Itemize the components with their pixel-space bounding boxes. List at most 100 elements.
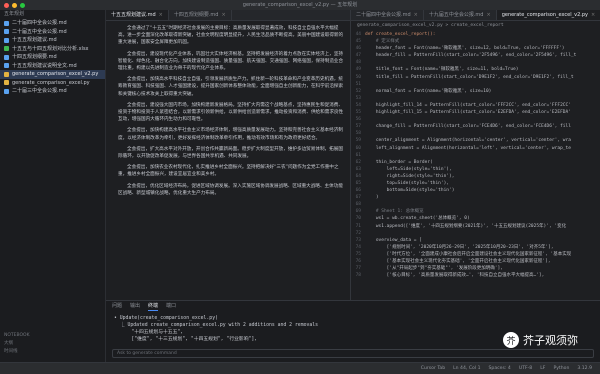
line-code: ws1 = wb.create_sheet('总体概览', 0) xyxy=(365,216,470,222)
file-item[interactable]: 十四五规划纲要.md xyxy=(0,53,105,62)
close-icon[interactable]: × xyxy=(159,10,163,20)
doc-paragraph: 全会通过了“十五五”时期经济社会发展的主要目标：高质量发展取得显著成效，科技自立… xyxy=(118,26,344,46)
editor-tab[interactable]: 十五五规划建议.md × xyxy=(106,10,169,20)
line-code: bottom=Side(style='thin') xyxy=(365,188,455,194)
file-item[interactable]: 二十届四中全会公报.md xyxy=(0,19,105,28)
code-line: 49 title_font = Font(name='微软雅黑', size=1… xyxy=(351,66,600,73)
file-icon xyxy=(4,63,9,69)
code-line: 57 change_fill = PatternFill(start_color… xyxy=(351,123,600,130)
editor-window: generate_comparison_excel_v2.py — 五年规划 五… xyxy=(0,0,600,374)
code-line: 77 ['从"开局起步"到"夯实基础"', '发展阶段更加明确'], xyxy=(351,265,600,272)
code-line: 67 ) xyxy=(351,194,600,201)
close-icon[interactable]: × xyxy=(414,10,418,20)
file-item[interactable]: 二十届三中全会公报.md xyxy=(0,87,105,96)
editor-tab[interactable]: generate_comparison_excel_v2.py × xyxy=(496,10,600,20)
file-item[interactable]: 十五五规划建议说明全文.md xyxy=(0,62,105,71)
line-number: 65 xyxy=(355,180,361,186)
close-icon[interactable]: × xyxy=(591,10,595,20)
outline-section[interactable]: 大纲 xyxy=(0,340,106,348)
status-item[interactable]: LF xyxy=(540,366,545,371)
file-label: 十五五与十四五规划对比分析.xlsx xyxy=(12,45,89,52)
code-line: 78 ['核心目标', '高质量发展取得新成效…', '科技自立自强水平大幅提高… xyxy=(351,272,600,279)
status-item[interactable]: 3.12.9 xyxy=(577,366,592,371)
line-number: 53 xyxy=(355,95,361,101)
line-code: highlight_fill_15 = PatternFill(start_co… xyxy=(365,110,571,116)
file-item[interactable]: generate_comparison_excel_v2.py xyxy=(0,70,105,79)
close-icon[interactable]: × xyxy=(221,10,225,20)
code-editor[interactable]: 44 def create_excel_report(): 45 # 定义样式 46 … xyxy=(351,31,600,297)
title-bar: generate_comparison_excel_v2.py — 五年规划 xyxy=(0,0,600,10)
tab-label: generate_comparison_excel_v2.py xyxy=(501,12,588,18)
editor-tab[interactable]: 十九届五中全会公报.md × xyxy=(424,10,497,20)
status-item[interactable]: Spaces: 4 xyxy=(489,366,511,371)
file-icon xyxy=(4,54,9,60)
status-item[interactable]: UTF-8 xyxy=(519,366,532,371)
code-line: 55 highlight_fill_15 = PatternFill(start… xyxy=(351,109,600,116)
status-item[interactable]: Ln 44, Col 1 xyxy=(453,366,480,371)
panel-tab[interactable]: 端口 xyxy=(166,301,176,311)
line-number: 67 xyxy=(355,195,361,201)
timeline-section[interactable]: 时间线 xyxy=(0,348,106,356)
panel-tab[interactable]: 问题 xyxy=(112,301,122,311)
line-number: 56 xyxy=(355,117,361,123)
line-code: title_fill = PatternFill(start_color='D9… xyxy=(365,74,574,80)
line-code: ['时代方位', '全面建成小康社会后开启全面建设社会主义现代化国家新征程', … xyxy=(365,251,572,257)
line-number: 66 xyxy=(355,188,361,194)
code-line: 65 top=Side(style='thin'), xyxy=(351,180,600,187)
file-item[interactable]: generate_comparison_excel.py xyxy=(0,79,105,88)
line-number: 54 xyxy=(355,102,361,108)
code-line: 68 xyxy=(351,201,600,208)
editor-tab[interactable]: 十四五规划纲要.md × xyxy=(169,10,232,20)
editor-tab[interactable]: 二十届四中全会公报.md × xyxy=(351,10,424,20)
line-number: 77 xyxy=(355,266,361,272)
file-label: generate_comparison_excel_v2.py xyxy=(12,71,99,77)
file-item[interactable]: 二十届五中全会公报.md xyxy=(0,28,105,37)
code-line: 62 thin_border = Border( xyxy=(351,159,600,166)
code-line: 63 left=Side(style='thin'), xyxy=(351,166,600,173)
line-number: 47 xyxy=(355,53,361,59)
notebook-section[interactable]: NOTEBOOK xyxy=(0,332,106,340)
line-code: overview_data = [ xyxy=(365,237,422,243)
panel-tabs: 问题 输出 终端 端口 xyxy=(106,301,600,311)
code-line: 70 ws1 = wb.create_sheet('总体概览', 0) xyxy=(351,215,600,222)
line-number: 51 xyxy=(355,81,361,87)
line-code: left_alignment = Alignment(horizontal='l… xyxy=(365,145,571,151)
code-line: 66 bottom=Side(style='thin') xyxy=(351,187,600,194)
line-code: header_fill = PatternFill(start_color='2… xyxy=(365,53,577,59)
code-line: 54 highlight_fill_14 = PatternFill(start… xyxy=(351,102,600,109)
status-item[interactable]: Python xyxy=(553,366,569,371)
line-number: 50 xyxy=(355,74,361,80)
line-number: 68 xyxy=(355,202,361,208)
line-number: 71 xyxy=(355,223,361,229)
file-label: 十五五规划建议.md xyxy=(12,37,57,43)
code-line: 69 # Sheet 1: 总体概览 xyxy=(351,208,600,215)
line-code: thin_border = Border( xyxy=(365,159,433,165)
panel-tab[interactable]: 输出 xyxy=(130,301,140,311)
code-line: 64 right=Side(style='thin'), xyxy=(351,173,600,180)
file-icon xyxy=(4,80,9,86)
status-item[interactable]: Cursor Tab xyxy=(421,366,445,371)
command-input[interactable]: Ask to generate command xyxy=(112,349,594,358)
code-line: 71 ws1.append(['维度', '十四五规划纲要(2021年)', '… xyxy=(351,223,600,230)
panel-tab[interactable]: 终端 xyxy=(148,301,159,311)
file-list: 二十届四中全会公报.md 二十届五中全会公报.md 十五五规划建议.md 十五五与十四… xyxy=(0,19,105,96)
markdown-editor[interactable]: 全会通过了“十五五”时期经济社会发展的主要目标：高质量发展取得显著成效，科技自立… xyxy=(106,21,350,305)
line-code: top=Side(style='thin'), xyxy=(365,180,449,186)
line-code: right=Side(style='thin'), xyxy=(365,173,455,179)
close-icon[interactable]: × xyxy=(486,10,490,20)
terminal-line: • Update(create_comparison_excel.py) xyxy=(114,316,218,321)
code-line: 76 ['基本实现社会主义现代化夯实基础', '全面开启社会主义现代化国家新征程… xyxy=(351,258,600,265)
file-icon xyxy=(4,71,9,77)
line-code: ['从"开局起步"到"夯实基础"', '发展阶段更加明确'], xyxy=(365,266,503,272)
line-number: 44 xyxy=(355,32,361,37)
file-icon xyxy=(4,88,9,94)
file-item[interactable]: 十五五与十四五规划对比分析.xlsx xyxy=(0,45,105,54)
tab-label: 十九届五中全会公报.md xyxy=(428,12,484,18)
file-item[interactable]: 十五五规划建议.md xyxy=(0,36,105,45)
line-code: title_font = Font(name='微软雅黑', size=11, … xyxy=(365,67,519,73)
file-label: 二十届四中全会公报.md xyxy=(12,20,67,26)
breadcrumb[interactable]: generate_comparison_excel_v2.py > create… xyxy=(351,21,600,31)
line-number: 75 xyxy=(355,251,361,257)
code-line: 50 title_fill = PatternFill(start_color=… xyxy=(351,74,600,81)
doc-paragraph: 全会提出，加快农业农村现代化，扎实推进乡村全面振兴。坚持把解决好“三农”问题作为… xyxy=(118,165,339,178)
